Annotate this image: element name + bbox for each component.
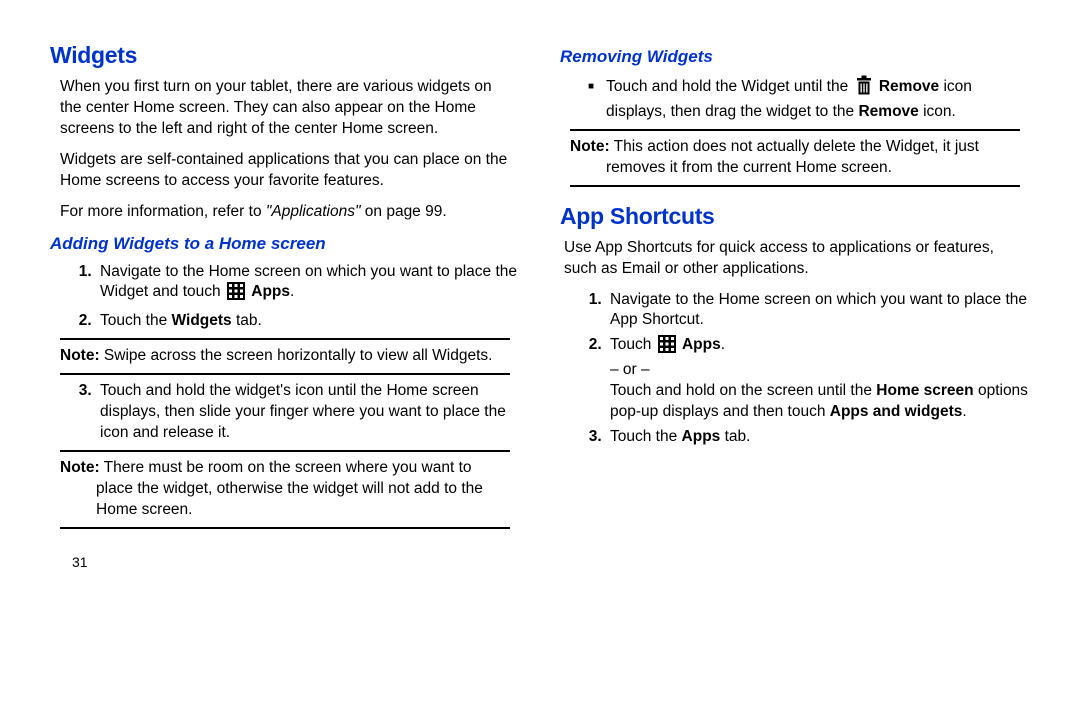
page-number: 31 xyxy=(72,553,520,572)
note: Note: This action does not actually dele… xyxy=(570,137,1020,179)
divider xyxy=(60,527,510,529)
text: tab. xyxy=(720,428,750,445)
bold-label: Remove xyxy=(879,78,939,95)
list-item: Touch Apps. – or – Touch and hold on the… xyxy=(606,335,1030,423)
list-item: Touch and hold the widget's icon until t… xyxy=(96,381,520,444)
subheading-adding-widgets: Adding Widgets to a Home screen xyxy=(50,233,520,256)
text: This action does not actually delete the… xyxy=(606,138,979,176)
paragraph: Widgets are self-contained applications … xyxy=(60,150,510,192)
list-item: Touch the Apps tab. xyxy=(606,427,1030,448)
bold-label: Apps xyxy=(682,428,721,445)
text: Navigate to the Home screen on which you… xyxy=(100,263,517,301)
bold-label: Apps and widgets xyxy=(830,403,963,420)
list-item: Touch the Widgets tab. xyxy=(96,311,520,332)
text: Swipe across the screen horizontally to … xyxy=(100,347,493,364)
divider xyxy=(570,129,1020,131)
or-separator: – or – xyxy=(610,360,1030,381)
text: Touch the xyxy=(100,312,172,329)
bullet-list: Touch and hold the Widget until the Remo… xyxy=(560,75,1030,123)
text: . xyxy=(962,403,966,420)
note: Note: There must be room on the screen w… xyxy=(60,458,510,521)
ordered-list: Navigate to the Home screen on which you… xyxy=(560,290,1030,448)
text: Touch the xyxy=(610,428,682,445)
list-item: Touch and hold the Widget until the Remo… xyxy=(606,75,1030,123)
text: tab. xyxy=(232,312,262,329)
bold-label: Remove xyxy=(858,103,918,120)
right-column: Removing Widgets Touch and hold the Widg… xyxy=(560,40,1030,700)
list-item: Navigate to the Home screen on which you… xyxy=(96,262,520,308)
divider xyxy=(60,450,510,452)
note: Note: Swipe across the screen horizontal… xyxy=(60,346,510,367)
text: For more information, refer to xyxy=(60,203,266,220)
bold-label: Apps xyxy=(682,336,721,353)
text: Touch and hold on the screen until the xyxy=(610,382,876,399)
paragraph: When you first turn on your tablet, ther… xyxy=(60,77,510,140)
heading-widgets: Widgets xyxy=(50,40,520,71)
paragraph: Use App Shortcuts for quick access to ap… xyxy=(564,238,1020,280)
subheading-removing-widgets: Removing Widgets xyxy=(560,46,1030,69)
divider xyxy=(570,185,1020,187)
text: There must be room on the screen where y… xyxy=(96,459,483,518)
divider xyxy=(60,338,510,340)
ordered-list: Navigate to the Home screen on which you… xyxy=(50,262,520,333)
divider xyxy=(60,373,510,375)
bold-label: Home screen xyxy=(876,382,973,399)
text: Touch xyxy=(610,336,656,353)
list-item: Navigate to the Home screen on which you… xyxy=(606,290,1030,332)
text: Touch and hold the Widget until the xyxy=(606,78,852,95)
note-label: Note: xyxy=(60,459,100,476)
text: . xyxy=(721,336,725,353)
bold-label: Widgets xyxy=(172,312,232,329)
reference-italic: "Applications" xyxy=(266,203,361,220)
bold-label: Apps xyxy=(251,283,290,300)
heading-app-shortcuts: App Shortcuts xyxy=(560,201,1030,232)
note-label: Note: xyxy=(60,347,100,364)
apps-grid-icon xyxy=(658,335,676,360)
left-column: Widgets When you first turn on your tabl… xyxy=(50,40,520,700)
paragraph: For more information, refer to "Applicat… xyxy=(60,202,510,223)
text: on page 99. xyxy=(360,203,446,220)
trash-icon xyxy=(855,75,873,102)
page: Widgets When you first turn on your tabl… xyxy=(0,0,1080,720)
ordered-list: Touch and hold the widget's icon until t… xyxy=(50,381,520,444)
text: icon. xyxy=(919,103,956,120)
note-label: Note: xyxy=(570,138,610,155)
apps-grid-icon xyxy=(227,282,245,307)
